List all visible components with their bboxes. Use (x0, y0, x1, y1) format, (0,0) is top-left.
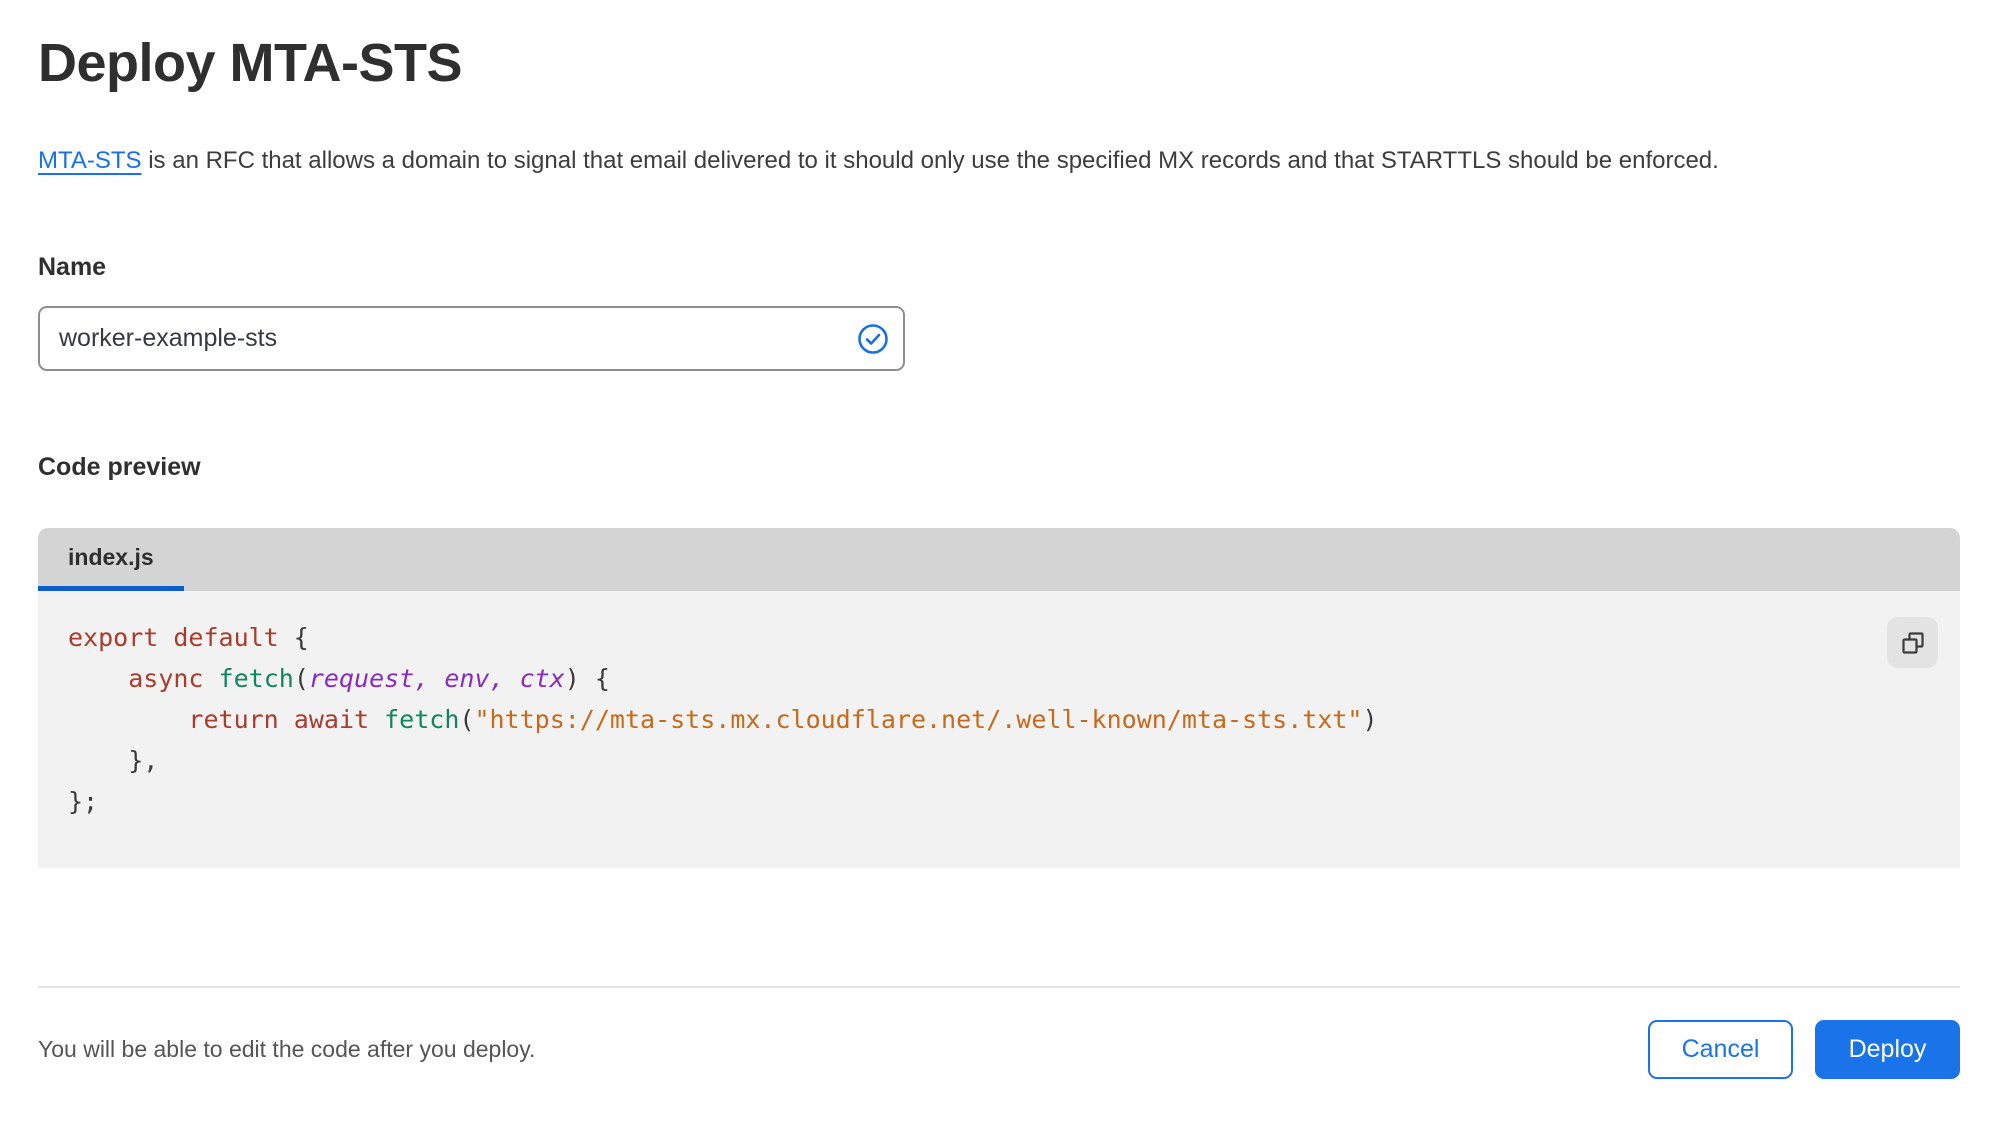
code-line: }, (128, 746, 159, 775)
tab-indexjs[interactable]: index.js (38, 528, 184, 591)
code-line: async fetch(request, env, ctx) { (128, 664, 610, 693)
name-input[interactable] (38, 306, 905, 371)
name-input-wrap (38, 306, 905, 371)
code-lines: export default { async fetch(request, en… (68, 617, 1930, 822)
check-circle-icon (858, 323, 888, 354)
footer-note: You will be able to edit the code after … (38, 1036, 536, 1062)
code-line: return await fetch("https://mta-sts.mx.c… (188, 705, 1378, 734)
footer: You will be able to edit the code after … (38, 1020, 1960, 1079)
code-line: }; (68, 787, 99, 816)
code-preview-label: Code preview (38, 453, 201, 481)
code-line: export default { (68, 623, 309, 652)
tab-label: index.js (68, 543, 154, 570)
page-title: Deploy MTA-STS (38, 33, 463, 93)
description-text: is an RFC that allows a domain to signal… (141, 147, 1719, 174)
copy-icon (1901, 631, 1924, 654)
footer-actions: Cancel Deploy (1648, 1020, 1960, 1079)
copy-button[interactable] (1887, 617, 1938, 668)
code-area: export default { async fetch(request, en… (38, 591, 1960, 868)
footer-divider (38, 986, 1960, 988)
description: MTA-STS is an RFC that allows a domain t… (38, 138, 1928, 183)
code-tabbar: index.js (38, 528, 1960, 591)
code-preview-block: index.js export default { async fetch(re… (38, 528, 1960, 868)
mta-sts-link[interactable]: MTA-STS (38, 147, 142, 174)
cancel-button[interactable]: Cancel (1648, 1020, 1793, 1079)
deploy-button[interactable]: Deploy (1815, 1020, 1960, 1079)
deploy-mta-sts-page: Deploy MTA-STS MTA-STS is an RFC that al… (0, 0, 1999, 1138)
name-label: Name (38, 253, 107, 281)
